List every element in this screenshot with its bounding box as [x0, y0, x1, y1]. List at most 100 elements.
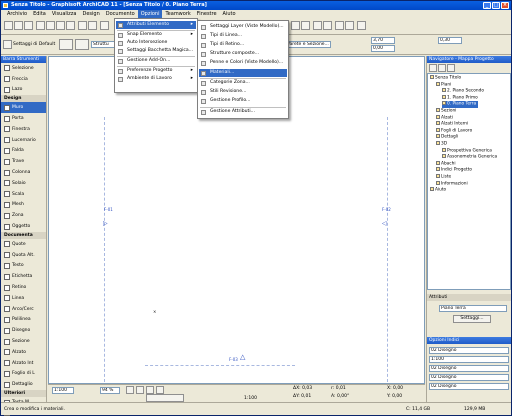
redo-icon[interactable]	[88, 21, 97, 30]
index-option-select[interactable]: 1:100	[429, 356, 509, 363]
tree-item[interactable]: Assonometria Generica	[442, 154, 497, 161]
menu-archivio[interactable]: Archivio	[4, 10, 30, 18]
attributi-menu-item[interactable]: Tipi di Linea...	[199, 32, 287, 40]
tool-item[interactable]: Alzato	[1, 347, 46, 358]
tree-item[interactable]: Liste	[436, 174, 451, 181]
attributi-menu-item[interactable]: Tipi di Retino...	[199, 41, 287, 49]
attributi-menu-item[interactable]: Penne e Colori (Viste Modello)...	[199, 59, 287, 67]
tool-item[interactable]: Quote	[1, 239, 46, 250]
tool-item[interactable]: Trave	[1, 156, 46, 167]
scale-field[interactable]: 1:100	[52, 387, 74, 394]
tree-item[interactable]: Informazioni	[436, 180, 468, 188]
zoom-out-icon[interactable]	[136, 386, 144, 394]
help-icon[interactable]	[357, 21, 366, 30]
index-option-select[interactable]: 02 Disegno	[429, 383, 509, 390]
wall-section-combo[interactable]: Parete e Sezione...	[285, 41, 331, 48]
tree-item[interactable]: Prospettiva Generica	[442, 147, 492, 155]
tool-item[interactable]: Solaio	[1, 178, 46, 189]
menu-edita[interactable]: Edita	[30, 10, 49, 18]
attributi-menu-item[interactable]: Strutture composte...	[199, 50, 287, 58]
save-icon[interactable]	[24, 21, 33, 30]
pan-icon[interactable]	[156, 386, 164, 394]
copy-icon[interactable]	[56, 21, 65, 30]
tool-item[interactable]: Scala	[1, 189, 46, 200]
tool-item[interactable]: Lucernario	[1, 135, 46, 146]
opzioni-menu-item[interactable]: Gestione Add-On...	[116, 57, 196, 65]
fit-window-icon[interactable]	[146, 386, 154, 394]
view-map-icon[interactable]	[438, 64, 446, 72]
tree-item[interactable]: Senza Titolo	[430, 75, 461, 82]
tool-item[interactable]: Polilinea	[1, 315, 46, 326]
tree-item[interactable]: Alzati	[436, 114, 453, 122]
minimize-button[interactable]: _	[483, 2, 491, 9]
opzioni-menu-item[interactable]: Snap Elemento ▸	[116, 31, 196, 39]
tool-item[interactable]: Falda	[1, 146, 46, 157]
tree-item[interactable]: Piani	[436, 81, 451, 89]
tool-item[interactable]: Freccia	[1, 74, 46, 85]
menu-design[interactable]: Design	[79, 10, 102, 18]
story-name-field[interactable]: Piano Terra	[439, 305, 507, 312]
attributi-menu-item[interactable]: Materiali...	[199, 69, 287, 77]
index-option-select[interactable]: 02 Disegno	[429, 347, 509, 354]
tree-item[interactable]: Dettagli	[436, 134, 458, 141]
cut-icon[interactable]	[46, 21, 55, 30]
tool-item[interactable]: Retino	[1, 282, 46, 293]
tool-item[interactable]: Etichetta	[1, 271, 46, 282]
wall-reference-icon[interactable]	[75, 39, 89, 50]
tool-item[interactable]: Quota Alt.	[1, 250, 46, 261]
tool-item[interactable]: Colonna	[1, 167, 46, 178]
tree-item[interactable]: 2. Piano Secondo	[442, 88, 484, 95]
layout-book-icon[interactable]	[447, 64, 455, 72]
3d-view-icon[interactable]	[291, 21, 300, 30]
tool-item[interactable]: Mesh	[1, 200, 46, 211]
section-view-icon[interactable]	[301, 21, 310, 30]
structure-field[interactable]: Struttu	[91, 41, 115, 48]
tree-item[interactable]: Abachi	[436, 160, 456, 168]
undo-icon[interactable]	[78, 21, 87, 30]
tree-item[interactable]: 3D	[436, 141, 447, 148]
maximize-button[interactable]: □	[492, 2, 500, 9]
layer-icon[interactable]	[313, 21, 322, 30]
zoom-in-icon[interactable]	[126, 386, 134, 394]
tool-item[interactable]: Linea	[1, 293, 46, 304]
snap-icon[interactable]	[345, 21, 354, 30]
tool-item[interactable]: Arco/Cerc	[1, 304, 46, 315]
menu-opzioni[interactable]: Opzioni	[137, 10, 163, 18]
base-field[interactable]: 0,00	[371, 45, 395, 52]
tool-item[interactable]: Testo	[1, 261, 46, 272]
attributi-menu-item[interactable]: Gestione Profilo...	[199, 97, 287, 105]
close-button[interactable]: ×	[501, 2, 509, 9]
tool-item[interactable]: Zona	[1, 210, 46, 221]
menu-teamwork[interactable]: Teamwork	[162, 10, 193, 18]
opzioni-menu-item[interactable]: Ambiente di Lavoro ▸	[116, 75, 196, 83]
tool-item[interactable]: Porta	[1, 113, 46, 124]
grid-icon[interactable]	[335, 21, 344, 30]
paste-icon[interactable]	[66, 21, 75, 30]
attributi-menu-item[interactable]: Settaggi Layer (Viste Modello)...	[199, 23, 287, 31]
tool-item[interactable]: Selezione	[1, 63, 46, 74]
settings-icon[interactable]	[3, 40, 12, 49]
attributi-menu-item[interactable]: Stili Revisione...	[199, 88, 287, 96]
zoom-icon[interactable]	[100, 21, 109, 30]
tree-item[interactable]: Sezioni	[436, 108, 456, 115]
thickness-field[interactable]: 0,30	[438, 37, 462, 44]
menu-aiuto[interactable]: Aiuto	[220, 10, 239, 18]
project-map-icon[interactable]	[429, 64, 437, 72]
opzioni-menu-item[interactable]: Preferenze Progetto ▸	[116, 67, 196, 75]
tree-item[interactable]: Fogli di Lavoro	[436, 127, 472, 135]
opzioni-menu-item[interactable]: Settaggi Bacchetta Magica...	[116, 47, 196, 55]
menu-documento[interactable]: Documento	[103, 10, 138, 18]
opzioni-menu-item[interactable]: Auto Intersezione	[116, 39, 196, 47]
tool-item[interactable]: Oggetto	[1, 221, 46, 232]
render-icon[interactable]	[323, 21, 332, 30]
opzioni-menu-item[interactable]: Attributi Elemento ▸	[116, 21, 196, 29]
open-file-icon[interactable]	[14, 21, 23, 30]
settings-button[interactable]: Settaggi...	[453, 315, 491, 323]
tool-item[interactable]: Foglio di L	[1, 369, 46, 380]
ok-button[interactable]	[146, 394, 184, 402]
menu-finestre[interactable]: Finestre	[194, 10, 220, 18]
tool-item[interactable]: Finestra	[1, 124, 46, 135]
tool-item[interactable]: Alzato Int	[1, 358, 46, 369]
tool-item[interactable]: Muro	[1, 102, 46, 114]
menu-visualizza[interactable]: Visualizza	[49, 10, 80, 18]
